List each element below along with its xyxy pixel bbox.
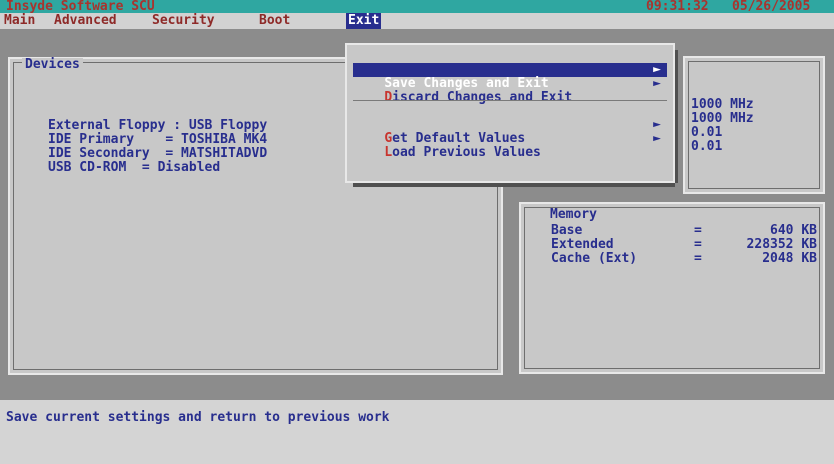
cpu-value-3: 0.01: [691, 125, 723, 140]
cpu-panel: 1000 MHz 1000 MHz 0.01 0.01: [683, 56, 825, 194]
title-bar: Insyde Software SCU 09:31:32 05/26/2005: [0, 0, 834, 13]
memory-panel: Memory Base = 640 KB Extended = 228352 K…: [519, 202, 825, 374]
submenu-arrow-icon: ►: [653, 131, 661, 146]
device-line-ide-primary: IDE Primary = TOSHIBA MK4: [48, 132, 268, 147]
submenu-arrow-icon: ►: [653, 117, 661, 132]
menu-main[interactable]: Main: [2, 13, 37, 29]
memory-title: Memory: [547, 208, 600, 222]
cpu-value-4: 0.01: [691, 139, 723, 154]
exit-menu: Save Changes and Exit ► Discard Changes …: [345, 43, 675, 183]
memory-extended-value: 228352 KB: [746, 237, 817, 252]
app-title: Insyde Software SCU: [6, 0, 155, 14]
memory-extended-label: Extended: [551, 237, 614, 252]
cpu-value-2: 1000 MHz: [691, 111, 754, 126]
discard-changes-label: iscard Changes and Exit: [392, 90, 573, 105]
menu-bar: Main Advanced Security Boot Exit: [0, 13, 834, 29]
exit-menu-load-previous-values[interactable]: Load Previous Values ►: [353, 131, 667, 160]
exit-menu-discard-changes-and-exit[interactable]: Discard Changes and Exit ►: [353, 76, 667, 105]
exit-menu-get-default-values[interactable]: Get Default Values ►: [353, 117, 667, 146]
cpu-value-1: 1000 MHz: [691, 97, 754, 112]
status-help-text: Save current settings and return to prev…: [6, 410, 390, 425]
load-previous-label: oad Previous Values: [392, 145, 541, 160]
menu-exit[interactable]: Exit: [346, 13, 382, 29]
device-line-floppy: External Floppy : USB Floppy: [48, 118, 268, 133]
memory-base-value: 640 KB: [770, 223, 817, 238]
menu-advanced[interactable]: Advanced: [52, 13, 119, 29]
submenu-arrow-icon: ►: [653, 62, 661, 77]
hotkey-l: L: [384, 145, 393, 160]
menu-divider: [353, 100, 667, 101]
hotkey-d: D: [384, 90, 393, 105]
memory-cache-label: Cache (Ext): [551, 251, 638, 266]
devices-title: Devices: [22, 58, 83, 72]
status-bar: Save current settings and return to prev…: [0, 400, 834, 464]
clock-date: 05/26/2005: [732, 0, 811, 14]
memory-cache-value: 2048 KB: [762, 251, 817, 266]
memory-base-sep: =: [694, 223, 702, 238]
device-line-usb-cdrom: USB CD-ROM = Disabled: [48, 160, 221, 175]
exit-menu-save-changes-and-exit[interactable]: Save Changes and Exit ►: [353, 62, 667, 91]
menu-security[interactable]: Security: [150, 13, 217, 29]
menu-boot[interactable]: Boot: [257, 13, 292, 29]
clock-time: 09:31:32: [646, 0, 709, 14]
device-line-ide-secondary: IDE Secondary = MATSHITADVD: [48, 146, 268, 161]
memory-cache-sep: =: [694, 251, 702, 266]
memory-extended-sep: =: [694, 237, 702, 252]
submenu-arrow-icon: ►: [653, 76, 661, 91]
memory-base-label: Base: [551, 223, 583, 238]
